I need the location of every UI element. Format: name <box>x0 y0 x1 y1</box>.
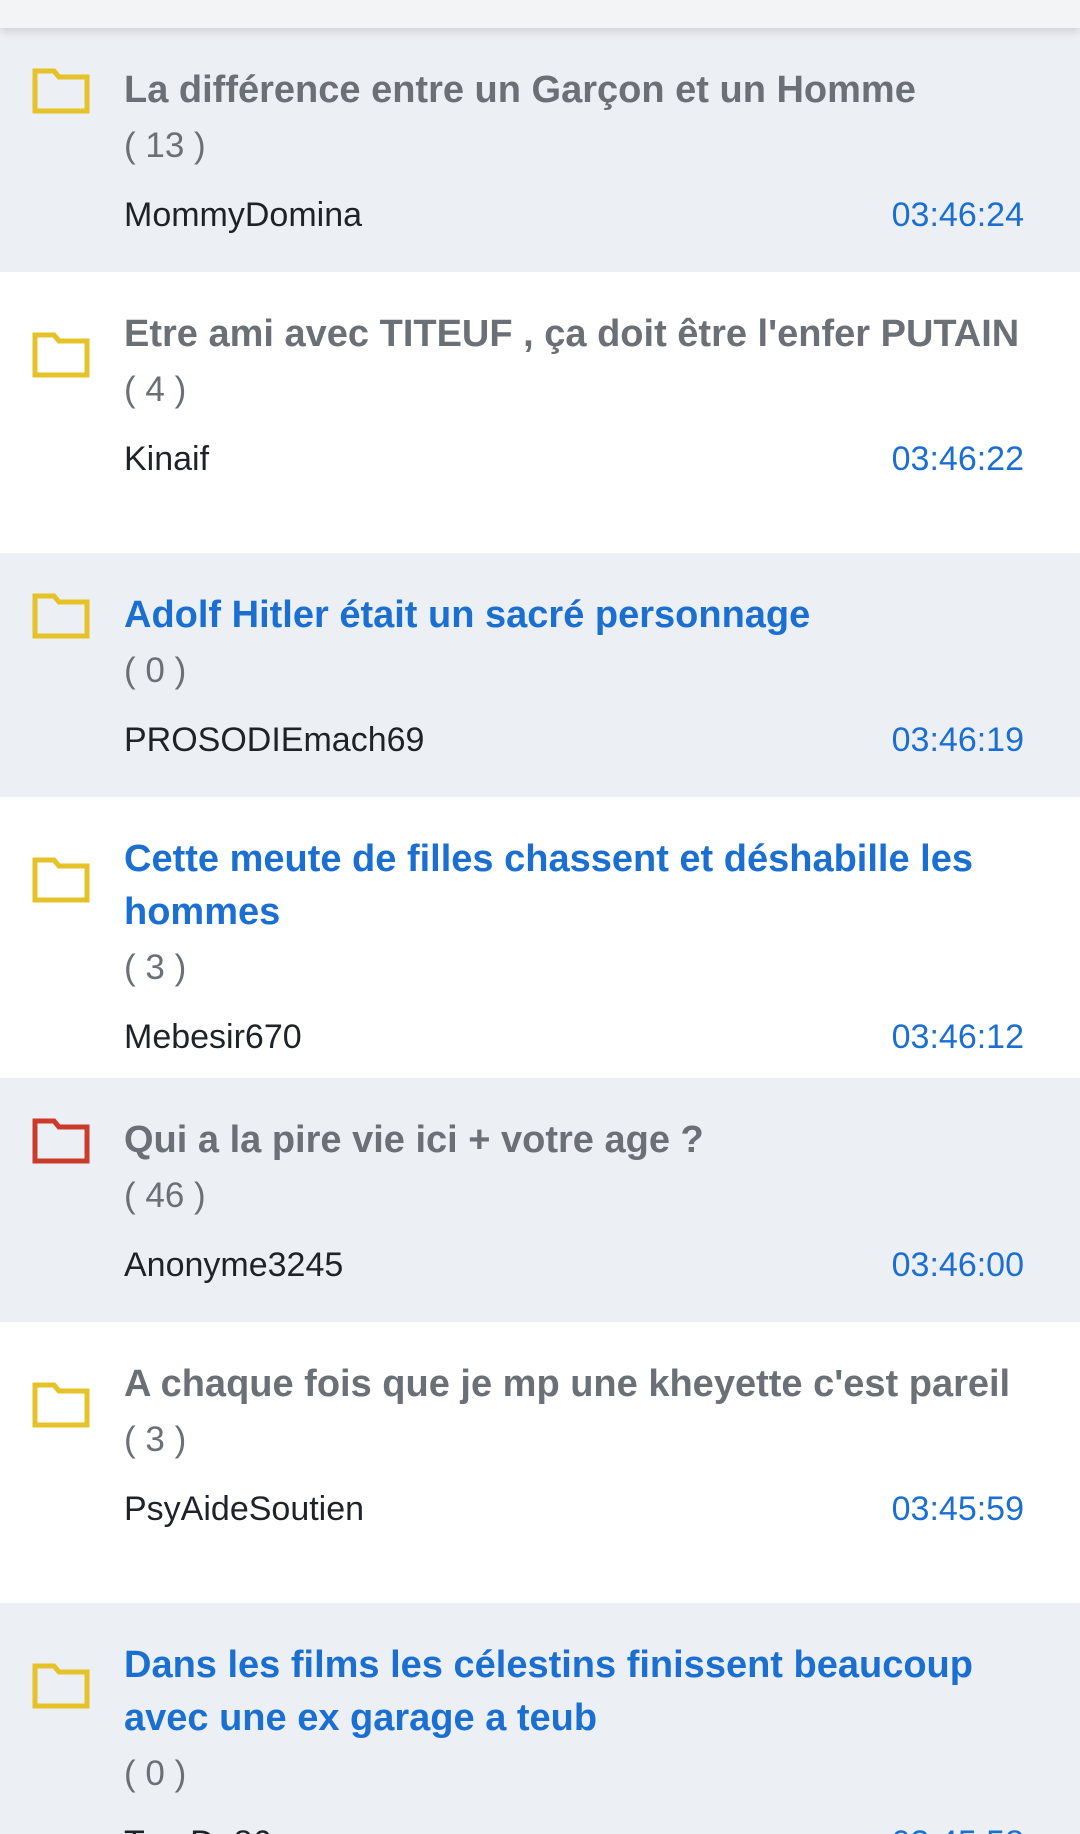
topic-title[interactable]: Cette meute de filles chassent et déshab… <box>124 833 1024 939</box>
topic-meta: PROSODIEmach69 03:46:19 <box>124 718 1024 762</box>
topic-author[interactable]: TareDe86 <box>124 1824 271 1834</box>
topic-row[interactable]: Cette meute de filles chassent et déshab… <box>0 797 1080 1078</box>
topic-row[interactable]: Adolf Hitler était un sacré personnage (… <box>0 553 1080 797</box>
topic-author[interactable]: PsyAideSoutien <box>124 1490 364 1529</box>
reply-count: ( 13 ) <box>124 126 206 165</box>
topic-title[interactable]: Etre ami avec TITEUF , ça doit être l'en… <box>124 308 1024 361</box>
topic-row[interactable]: Etre ami avec TITEUF , ça doit être l'en… <box>0 272 1080 553</box>
folder-icon <box>32 1663 90 1709</box>
topic-meta: Kinaif 03:46:22 <box>124 437 1024 481</box>
folder-icon <box>32 857 90 903</box>
topic-list: La différence entre un Garçon et un Homm… <box>0 28 1080 1834</box>
reply-count: ( 3 ) <box>124 948 187 987</box>
folder-icon <box>32 332 90 378</box>
reply-count: ( 4 ) <box>124 370 187 409</box>
topic-time[interactable]: 03:46:00 <box>892 1246 1024 1285</box>
topic-time[interactable]: 03:46:22 <box>892 440 1024 479</box>
hot-folder-icon <box>32 1118 90 1164</box>
topic-time[interactable]: 03:46:12 <box>892 1018 1024 1057</box>
top-bar <box>0 0 1080 28</box>
reply-count: ( 0 ) <box>124 651 187 690</box>
topic-author[interactable]: PROSODIEmach69 <box>124 721 424 760</box>
topic-author[interactable]: Mebesir670 <box>124 1018 302 1057</box>
topic-title[interactable]: Qui a la pire vie ici + votre age ? <box>124 1114 1024 1167</box>
topic-meta: Anonyme3245 03:46:00 <box>124 1243 1024 1287</box>
topic-title[interactable]: Adolf Hitler était un sacré personnage <box>124 589 1024 642</box>
topic-title[interactable]: La différence entre un Garçon et un Homm… <box>124 64 1024 117</box>
topic-title[interactable]: A chaque fois que je mp une kheyette c'e… <box>124 1358 1024 1411</box>
topic-author[interactable]: Kinaif <box>124 440 209 479</box>
reply-count: ( 46 ) <box>124 1176 206 1215</box>
topic-row[interactable]: Dans les films les célestins finissent b… <box>0 1603 1080 1834</box>
topic-row[interactable]: La différence entre un Garçon et un Homm… <box>0 28 1080 272</box>
topic-meta: TareDe86 03:45:58 <box>124 1821 1024 1834</box>
topic-row[interactable]: A chaque fois que je mp une kheyette c'e… <box>0 1322 1080 1603</box>
topic-time[interactable]: 03:45:59 <box>892 1490 1024 1529</box>
topic-time[interactable]: 03:46:24 <box>892 196 1024 235</box>
folder-icon <box>32 68 90 114</box>
topic-title[interactable]: Dans les films les célestins finissent b… <box>124 1639 1024 1745</box>
topic-time[interactable]: 03:45:58 <box>892 1824 1024 1834</box>
reply-count: ( 3 ) <box>124 1420 187 1459</box>
folder-icon <box>32 593 90 639</box>
folder-icon <box>32 1382 90 1428</box>
topic-time[interactable]: 03:46:19 <box>892 721 1024 760</box>
topic-author[interactable]: MommyDomina <box>124 196 362 235</box>
reply-count: ( 0 ) <box>124 1754 187 1793</box>
topic-author[interactable]: Anonyme3245 <box>124 1246 343 1285</box>
topic-meta: PsyAideSoutien 03:45:59 <box>124 1487 1024 1531</box>
topic-row[interactable]: Qui a la pire vie ici + votre age ? ( 46… <box>0 1078 1080 1322</box>
topic-meta: Mebesir670 03:46:12 <box>124 1015 1024 1059</box>
topic-meta: MommyDomina 03:46:24 <box>124 193 1024 237</box>
